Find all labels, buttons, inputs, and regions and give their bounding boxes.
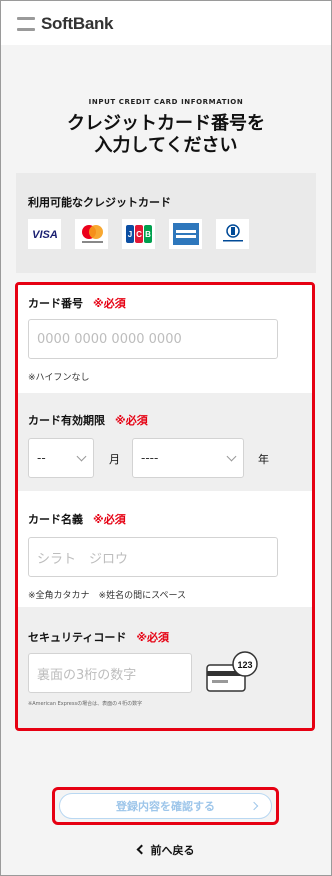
card-name-placeholder: シラト ジロウ [37,551,129,567]
diners-club-logo-icon [216,219,249,249]
expiry-label-text: カード有効期限 [28,414,105,427]
security-code-section: セキュリティコード ※必須 裏面の3桁の数字 ※American Expressの… [18,607,312,728]
card-number-section: カード番号 ※必須 0000 0000 0000 0000 ※ハイフンなし [18,285,312,393]
card-name-input[interactable]: シラト ジロウ [28,537,278,577]
svg-text:J: J [127,230,131,239]
month-unit: 月 [109,453,120,466]
chevron-down-icon [226,451,237,461]
expiry-section: カード有効期限 ※必須 -- 月 ---- 年 [18,393,312,491]
chevron-right-icon [249,801,259,811]
confirm-button-highlight: 登録内容を確認する [52,787,279,825]
card-name-label: カード名義 ※必須 [28,511,126,527]
svg-text:B: B [145,230,151,239]
chevron-down-icon [76,451,87,461]
page-title: クレジットカード番号を 入力してください [1,113,331,157]
year-unit: 年 [258,453,269,466]
card-name-note: ※全角カタカナ ※姓名の間にスペース [28,591,187,601]
softbank-logo[interactable]: SoftBank [17,14,114,34]
security-code-label-text: セキュリティコード [28,631,127,644]
chevron-left-icon [136,844,146,855]
security-code-note: ※American Expressの場合は、表面の４桁の数字 [28,701,143,707]
accepted-cards-label: 利用可能なクレジットカード [28,196,171,209]
page-title-line1: クレジットカード番号を [67,113,265,134]
security-code-label: セキュリティコード ※必須 [28,629,169,645]
required-mark: ※必須 [136,631,170,644]
card-number-note: ※ハイフンなし [28,373,90,383]
expiry-month-value: -- [37,451,46,465]
softbank-logo-icon [17,17,35,31]
card-number-label-text: カード番号 [28,297,83,310]
page-title-line2: 入力してください [94,135,238,156]
card-number-label: カード番号 ※必須 [28,295,126,311]
confirm-button-label: 登録内容を確認する [116,800,215,813]
expiry-month-select[interactable]: -- [28,438,94,478]
accepted-cards-panel: 利用可能なクレジットカード VISA JCB [16,173,316,273]
expiry-year-value: ---- [141,451,159,465]
security-code-input[interactable]: 裏面の3桁の数字 [28,653,192,693]
page-eyebrow: INPUT CREDIT CARD INFORMATION [88,98,244,106]
required-mark: ※必須 [115,414,148,427]
logo-text: SoftBank [41,14,114,33]
cvv-illustration-number: 123 [237,660,252,670]
back-link-label: 前へ戻る [150,844,195,857]
required-mark: ※必須 [93,297,126,310]
amex-logo-icon [169,219,202,249]
jcb-logo-icon: JCB [122,219,155,249]
required-mark: ※必須 [93,513,126,526]
expiry-year-select[interactable]: ---- [132,438,244,478]
confirm-button[interactable]: 登録内容を確認する [59,793,272,819]
svg-text:C: C [136,230,142,239]
svg-text:VISA: VISA [32,229,58,241]
page: SoftBank INPUT CREDIT CARD INFORMATION ク… [0,0,332,876]
card-brand-list: VISA JCB [28,219,249,249]
card-number-placeholder: 0000 0000 0000 0000 [37,331,182,347]
credit-card-form: カード番号 ※必須 0000 0000 0000 0000 ※ハイフンなし カード… [15,282,315,731]
back-link[interactable]: 前へ戻る [1,842,331,858]
expiry-label: カード有効期限 ※必須 [28,412,148,428]
header: SoftBank [1,1,331,45]
card-number-input[interactable]: 0000 0000 0000 0000 [28,319,278,359]
security-code-placeholder: 裏面の3桁の数字 [37,667,137,683]
card-name-section: カード名義 ※必須 シラト ジロウ ※全角カタカナ ※姓名の間にスペース [18,491,312,607]
card-back-cvv-icon: 123 [206,651,262,699]
card-name-label-text: カード名義 [28,513,83,526]
visa-logo-icon: VISA [28,219,61,249]
mastercard-logo-icon [75,219,108,249]
